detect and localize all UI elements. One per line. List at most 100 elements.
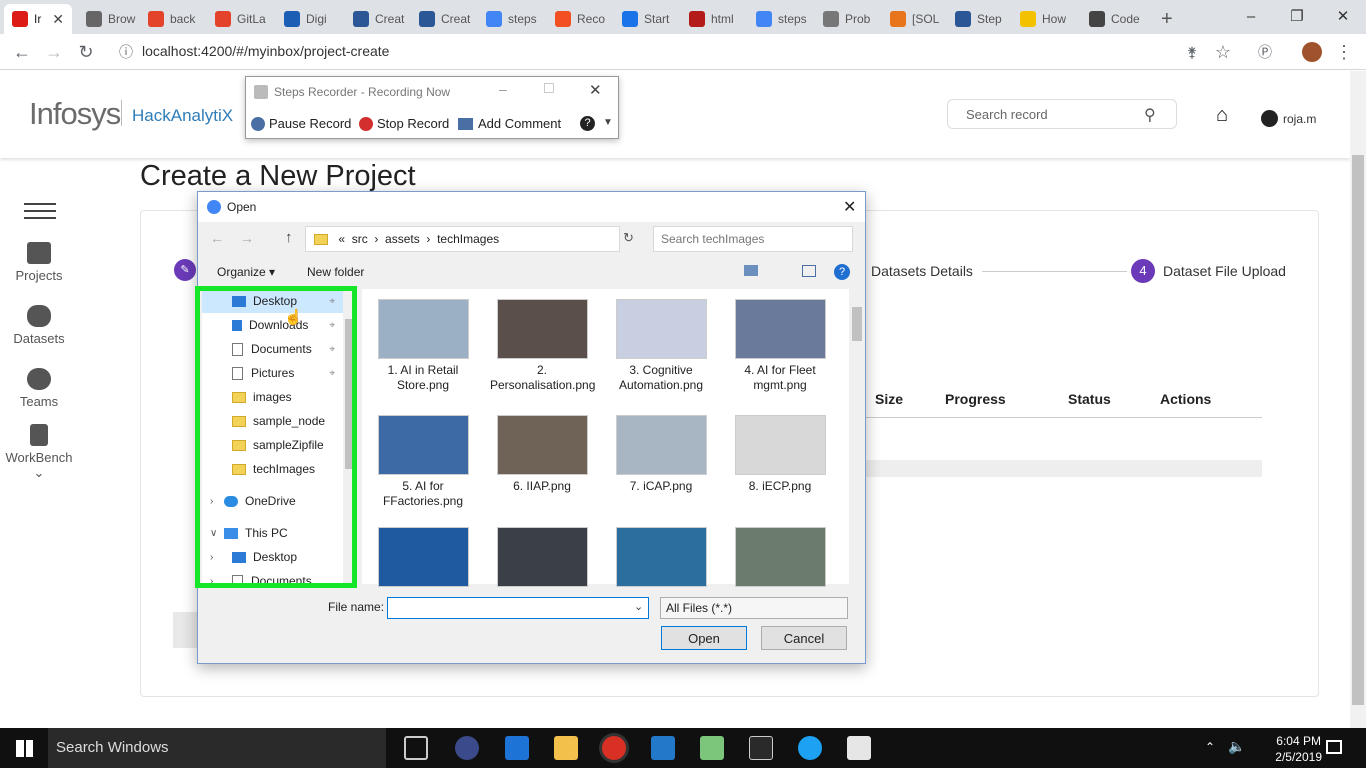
file-name-input[interactable] <box>387 597 649 619</box>
step-3-label[interactable]: Datasets Details <box>871 263 973 279</box>
terminal-icon[interactable] <box>749 736 773 760</box>
back-icon[interactable]: ← <box>10 40 34 64</box>
sidebar-item-workbench[interactable]: WorkBench ⌄ <box>0 424 78 481</box>
stop-record-button[interactable]: Stop Record <box>377 116 449 131</box>
sidebar-item-projects[interactable]: Projects <box>0 242 78 283</box>
file-type-select[interactable]: All Files (*.*) <box>660 597 848 619</box>
help-dropdown-icon[interactable]: ▼ <box>603 117 613 128</box>
vscode-icon[interactable] <box>651 736 675 760</box>
file-explorer-icon[interactable] <box>554 736 578 760</box>
edit-step-icon[interactable]: ✎ <box>174 259 196 281</box>
browser-tab[interactable]: How <box>1012 4 1079 34</box>
browser-tab[interactable]: Reco <box>547 4 612 34</box>
step-4-label[interactable]: Dataset File Upload <box>1163 263 1286 279</box>
sidebar-item-teams[interactable]: Teams <box>0 368 78 409</box>
minimize-button[interactable]: – <box>1228 0 1274 32</box>
cancel-button[interactable]: Cancel <box>761 626 847 650</box>
sidebar-item-datasets[interactable]: Datasets <box>0 305 78 346</box>
step-4-badge[interactable]: 4 <box>1131 259 1155 283</box>
back-icon[interactable]: ← <box>210 230 224 246</box>
bookmark-star-icon[interactable]: ☆ <box>1211 40 1235 64</box>
browser-tab[interactable]: Brow <box>78 4 138 34</box>
task-view-icon[interactable] <box>404 736 428 760</box>
search-record-input[interactable]: Search record <box>947 99 1177 129</box>
breadcrumb-techimages[interactable]: techImages <box>437 232 499 246</box>
hamburger-menu-icon[interactable] <box>24 203 56 219</box>
browser-tab[interactable]: Start <box>614 4 679 34</box>
reload-icon[interactable]: ↻ <box>74 40 98 64</box>
key-icon[interactable]: ⚵ <box>1180 40 1204 64</box>
organize-menu[interactable]: Organize ▾ <box>217 265 275 279</box>
file-item[interactable]: 6. IIAP.png <box>490 415 596 523</box>
file-item[interactable]: 2. Personalisation.png <box>490 299 596 407</box>
chevron-down-icon[interactable]: ⌄ <box>634 600 643 613</box>
help-icon[interactable]: ? <box>580 116 595 131</box>
new-folder-button[interactable]: New folder <box>307 265 364 279</box>
pause-record-button[interactable]: Pause Record <box>269 116 351 131</box>
url-field[interactable]: localhost:4200/#/myinbox/project-create <box>142 43 389 59</box>
browser-tab[interactable]: steps <box>748 4 813 34</box>
volume-icon[interactable]: 🔈 <box>1228 738 1245 755</box>
browser-tab[interactable]: Creat <box>345 4 409 34</box>
recorder-minimize-button[interactable]: – <box>499 81 507 97</box>
path-breadcrumb[interactable]: « src › assets › techImages <box>305 226 620 252</box>
up-folder-icon[interactable]: ↑ <box>285 229 293 246</box>
forward-icon[interactable]: → <box>240 230 254 246</box>
eclipse-icon[interactable] <box>455 736 479 760</box>
browser-tab[interactable]: Creat <box>411 4 476 34</box>
file-item[interactable]: 8. iECP.png <box>728 415 834 523</box>
file-item[interactable]: 3. Cognitive Automation.png <box>609 299 715 407</box>
home-icon[interactable]: ⌂ <box>1216 104 1228 127</box>
forward-icon[interactable]: → <box>42 40 66 64</box>
file-item[interactable]: 1. AI in Retail Store.png <box>371 299 477 407</box>
close-window-button[interactable]: ✕ <box>1320 0 1366 32</box>
browser-tab[interactable]: Digi <box>276 4 343 34</box>
edge-icon[interactable] <box>505 736 529 760</box>
robo-icon[interactable] <box>700 736 724 760</box>
notifications-icon[interactable] <box>1326 740 1342 754</box>
windows-start-icon[interactable] <box>16 740 33 757</box>
browser-tab[interactable]: Code <box>1081 4 1149 34</box>
file-item[interactable]: 7. iCAP.png <box>609 415 715 523</box>
chrome-menu-icon[interactable]: ⋮ <box>1332 40 1356 64</box>
help-icon[interactable]: ? <box>834 264 850 280</box>
steps-recorder-taskbar-icon[interactable] <box>847 736 871 760</box>
new-tab-button[interactable]: + <box>1153 4 1183 34</box>
file-item[interactable]: 5. AI for FFactories.png <box>371 415 477 523</box>
file-scrollbar[interactable] <box>849 289 865 584</box>
user-icon[interactable] <box>1261 110 1278 127</box>
refresh-icon[interactable]: ↻ <box>623 230 634 246</box>
skype-icon[interactable] <box>798 736 822 760</box>
browser-tab[interactable]: Prob <box>815 4 880 34</box>
username-label[interactable]: roja.m <box>1283 112 1316 126</box>
file-item[interactable]: 4. AI for Fleet mgmt.png <box>728 299 834 407</box>
system-clock[interactable]: 6:04 PM 2/5/2019 <box>1275 733 1322 765</box>
browser-tab[interactable]: Step <box>947 4 1010 34</box>
chrome-taskbar-icon[interactable] <box>602 736 626 760</box>
info-icon[interactable]: ⓘ <box>114 40 138 64</box>
view-options-icon[interactable] <box>744 265 758 276</box>
dialog-search-input[interactable]: Search techImages <box>653 226 853 252</box>
browser-tab[interactable]: GitLa <box>207 4 274 34</box>
taskbar-search[interactable]: Search Windows <box>48 728 386 768</box>
add-comment-button[interactable]: Add Comment <box>478 116 561 131</box>
browser-tab[interactable]: Ir ✕ <box>4 4 72 34</box>
browser-tab[interactable]: back <box>140 4 205 34</box>
scrollbar-thumb[interactable] <box>1352 155 1364 705</box>
extension-icon[interactable]: Ⓟ <box>1253 40 1277 64</box>
preview-pane-icon[interactable] <box>802 265 816 277</box>
breadcrumb-assets[interactable]: assets <box>385 232 420 246</box>
tray-chevron-icon[interactable]: ⌃ <box>1205 740 1215 754</box>
open-button[interactable]: Open <box>661 626 747 650</box>
page-scrollbar[interactable] <box>1350 71 1366 728</box>
maximize-button[interactable]: ❐ <box>1274 0 1320 32</box>
dialog-close-button[interactable]: ✕ <box>843 197 856 217</box>
browser-tab[interactable]: [SOL <box>882 4 945 34</box>
tab-close-icon[interactable]: ✕ <box>52 11 64 28</box>
browser-tab[interactable]: steps <box>478 4 545 34</box>
breadcrumb-src[interactable]: src <box>352 232 368 246</box>
browser-tab[interactable]: html <box>681 4 746 34</box>
search-icon[interactable]: ⚲ <box>1144 105 1156 125</box>
recorder-close-button[interactable]: ✕ <box>589 81 602 99</box>
profile-avatar[interactable] <box>1300 40 1324 64</box>
